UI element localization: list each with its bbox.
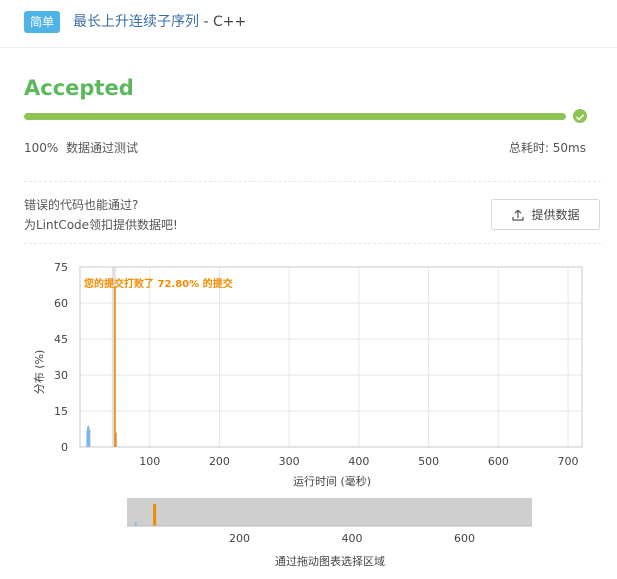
problem-title-text[interactable]: 最长上升连续子序列 (73, 14, 199, 30)
navigator-track (127, 498, 532, 526)
range-navigator[interactable]: 200 400 600 (127, 498, 532, 545)
navigator-tick-label: 600 (454, 532, 475, 545)
distribution-bar (89, 430, 91, 447)
feedback-line-1: 错误的代码也能通过? (24, 198, 139, 212)
plot-area (79, 266, 583, 448)
distribution-bar (115, 432, 117, 447)
y-tick-label: 60 (54, 297, 68, 310)
x-tick-label: 700 (558, 455, 579, 468)
pass-summary: 100% 数据通过测试 (24, 139, 138, 156)
y-tick-label: 45 (54, 333, 68, 346)
test-progress-fill (24, 113, 566, 120)
provide-data-label: 提供数据 (531, 208, 580, 222)
navigator-tick-label: 400 (342, 532, 363, 545)
pass-rate: 100% (24, 141, 59, 155)
navigator-series-mark (134, 522, 137, 526)
x-axis-label: 运行时间 (毫秒) (293, 474, 371, 488)
runtime-label: 总耗时: (508, 141, 549, 155)
runtime-distribution-chart: 0 15 30 45 60 75 100 200 300 400 500 600 700 您的提交打败… (0, 250, 617, 579)
runtime-value: 50ms (552, 141, 586, 155)
x-tick-label: 500 (418, 455, 439, 468)
chart-svg: 0 15 30 45 60 75 100 200 300 400 500 600 700 您的提交打败… (33, 261, 583, 568)
x-tick-label: 200 (209, 455, 230, 468)
upload-icon (511, 208, 525, 222)
test-progress-bar (24, 113, 566, 120)
x-tick-label: 300 (279, 455, 300, 468)
y-tick-label: 15 (54, 405, 68, 418)
problem-title[interactable]: 最长上升连续子序列 - C++ (73, 12, 246, 32)
runtime-summary: 总耗时: 50ms (509, 139, 586, 156)
check-icon (573, 109, 587, 123)
difficulty-badge: 简单 (24, 11, 61, 33)
navigator-submission-mark (153, 504, 157, 526)
y-tick-label: 0 (61, 441, 68, 454)
x-tick-label: 600 (488, 455, 509, 468)
navigator-label: 通过拖动图表选择区域 (275, 554, 385, 568)
divider (24, 181, 601, 182)
divider (24, 243, 601, 244)
provide-data-button[interactable]: 提供数据 (491, 199, 600, 230)
x-tick-label: 100 (139, 455, 160, 468)
beat-percentage-annotation: 您的提交打败了 72.80% 的提交 (84, 277, 233, 290)
feedback-line-2: 为LintCode领扣提供数据吧! (24, 218, 178, 232)
pass-label: 数据通过测试 (65, 141, 138, 155)
y-tick-label: 75 (54, 261, 68, 274)
submission-bar (114, 286, 116, 447)
problem-header: 简单 最长上升连续子序列 - C++ (0, 0, 617, 48)
language-separator: - (203, 14, 213, 30)
language-label: C++ (212, 14, 247, 30)
y-tick-label: 30 (54, 369, 68, 382)
status-label: Accepted (24, 76, 134, 100)
y-axis-label: 分布 (%) (33, 350, 46, 395)
navigator-tick-label: 200 (229, 532, 250, 545)
x-tick-label: 400 (348, 455, 369, 468)
